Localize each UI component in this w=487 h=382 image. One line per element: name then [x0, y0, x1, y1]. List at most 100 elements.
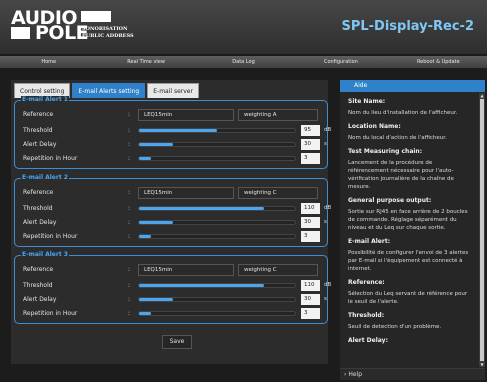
- weighting-select[interactable]: weighting C: [238, 187, 318, 199]
- aide-section-heading: Alert Delay:: [348, 337, 388, 344]
- threshold-slider-fill: [139, 284, 264, 287]
- threshold-row: Threshold : 110 dB: [23, 203, 331, 215]
- aide-section-heading: Reference:: [348, 279, 385, 286]
- aide-section-heading: Location Name:: [348, 123, 401, 130]
- reference-row: Reference : LEQ15min weighting C: [23, 187, 323, 199]
- alert-title: E-mail Alert 3: [21, 251, 69, 258]
- delay-unit: s: [324, 296, 327, 302]
- scroll-up-icon[interactable]: ▲: [479, 93, 485, 98]
- threshold-value-input[interactable]: 110: [301, 280, 320, 291]
- aide-section-heading: Threshold:: [348, 312, 385, 319]
- repetition-row: Repetition in Hour : 3: [23, 153, 323, 165]
- aide-section-text: Nom du local d'action de l'afficheur.: [348, 135, 447, 141]
- reference-label: Reference: [23, 111, 54, 118]
- delay-unit: s: [324, 141, 327, 147]
- nav-home[interactable]: Home: [0, 56, 97, 68]
- logo-word-pole: POLE: [35, 22, 89, 44]
- weighting-select[interactable]: weighting C: [238, 264, 318, 276]
- delay-slider[interactable]: [138, 297, 296, 302]
- reference-label: Reference: [23, 189, 54, 196]
- save-button[interactable]: Save: [162, 335, 192, 349]
- delay-slider[interactable]: [138, 142, 296, 147]
- threshold-value-input[interactable]: 110: [301, 203, 320, 214]
- aide-section-heading: General purpose output:: [348, 197, 432, 204]
- aide-section-heading: Test Measuring chain:: [348, 148, 423, 155]
- repetition-slider[interactable]: [138, 234, 296, 239]
- colon: :: [128, 155, 131, 162]
- aide-section-heading: Site Name:: [348, 98, 386, 105]
- delay-unit: s: [324, 219, 327, 225]
- chevron-right-icon: ›: [344, 371, 347, 378]
- repetition-value-input[interactable]: 3: [301, 308, 320, 319]
- logo-tagline-1: SONORISATION: [82, 26, 128, 32]
- repetition-slider[interactable]: [138, 156, 296, 161]
- threshold-unit: dB: [324, 282, 332, 288]
- reference-select[interactable]: LEQ15min: [138, 264, 234, 276]
- threshold-slider[interactable]: [138, 283, 296, 288]
- logo-block-top: [81, 11, 111, 22]
- delay-slider-fill: [139, 221, 174, 224]
- aide-scrollbar[interactable]: ▲ ▼: [479, 93, 485, 367]
- delay-row: Alert Delay : 30 s: [23, 294, 327, 306]
- colon: :: [128, 141, 131, 148]
- delay-row: Alert Delay : 30 s: [23, 139, 327, 151]
- delay-slider[interactable]: [138, 220, 296, 225]
- colon: :: [128, 310, 131, 317]
- nav-real-time-view[interactable]: Real Time view: [97, 56, 194, 68]
- help-section-header[interactable]: › Help: [340, 368, 485, 380]
- repetition-value-input[interactable]: 3: [301, 153, 320, 164]
- threshold-unit: dB: [324, 205, 332, 211]
- tab-email-server[interactable]: E-mail server: [147, 83, 199, 98]
- delay-value-input[interactable]: 30: [301, 294, 320, 305]
- delay-label: Alert Delay: [23, 219, 57, 226]
- repetition-label: Repetition in Hour: [23, 155, 78, 162]
- scrollbar-thumb[interactable]: [480, 99, 484, 361]
- nav-reboot-update[interactable]: Reboot & Update: [390, 56, 487, 68]
- threshold-slider[interactable]: [138, 206, 296, 211]
- threshold-label: Threshold: [23, 127, 53, 134]
- colon: :: [128, 296, 131, 303]
- repetition-slider-fill: [139, 235, 152, 238]
- tab-email-alerts-setting[interactable]: E-mail Alerts setting: [72, 83, 146, 98]
- aide-section-text: Nom du lieu d'installation de l'afficheu…: [348, 110, 458, 116]
- reference-select[interactable]: LEQ15min: [138, 187, 234, 199]
- aide-header[interactable]: Aide: [340, 80, 485, 92]
- threshold-label: Threshold: [23, 282, 53, 289]
- alert-title: E-mail Alert 2: [21, 174, 69, 181]
- delay-value-input[interactable]: 30: [301, 217, 320, 228]
- aide-section-text: Sortie sur RJ45 en face arrière de 2 bou…: [348, 209, 468, 231]
- delay-value-input[interactable]: 30: [301, 139, 320, 150]
- logo-tagline-2: PUBLIC ADDRESS: [82, 33, 134, 39]
- repetition-row: Repetition in Hour : 3: [23, 308, 323, 320]
- delay-slider-fill: [139, 298, 174, 301]
- threshold-unit: dB: [324, 127, 332, 133]
- reference-row: Reference : LEQ15min weighting A: [23, 109, 323, 121]
- nav-configuration[interactable]: Configuration: [292, 56, 389, 68]
- aide-section-text: Seuil de detection d'un problème.: [348, 324, 442, 330]
- reference-select[interactable]: LEQ15min: [138, 109, 234, 121]
- colon: :: [128, 233, 131, 240]
- repetition-slider[interactable]: [138, 311, 296, 316]
- threshold-slider[interactable]: [138, 128, 296, 133]
- email-alert-3-group: E-mail Alert 3 Reference : LEQ15min weig…: [14, 251, 331, 324]
- scroll-down-icon[interactable]: ▼: [479, 362, 485, 367]
- colon: :: [128, 205, 131, 212]
- repetition-slider-fill: [139, 312, 152, 315]
- threshold-slider-fill: [139, 129, 217, 132]
- repetition-label: Repetition in Hour: [23, 233, 78, 240]
- weighting-select[interactable]: weighting A: [238, 109, 318, 121]
- header: AUDIO POLE SONORISATION PUBLIC ADDRESS S…: [0, 0, 487, 54]
- delay-label: Alert Delay: [23, 141, 57, 148]
- nav-data-log[interactable]: Data Log: [195, 56, 292, 68]
- threshold-row: Threshold : 110 dB: [23, 280, 331, 292]
- repetition-value-input[interactable]: 3: [301, 231, 320, 242]
- colon: :: [128, 219, 131, 226]
- aide-section-text: Sélection du Leq servant de référence po…: [348, 291, 468, 305]
- repetition-slider-fill: [139, 157, 152, 160]
- delay-slider-fill: [139, 143, 174, 146]
- email-alert-1-group: E-mail Alert 1 Reference : LEQ15min weig…: [14, 96, 331, 169]
- repetition-row: Repetition in Hour : 3: [23, 231, 323, 243]
- threshold-value-input[interactable]: 95: [301, 125, 320, 136]
- email-alert-2-group: E-mail Alert 2 Reference : LEQ15min weig…: [14, 174, 331, 247]
- threshold-row: Threshold : 95 dB: [23, 125, 331, 137]
